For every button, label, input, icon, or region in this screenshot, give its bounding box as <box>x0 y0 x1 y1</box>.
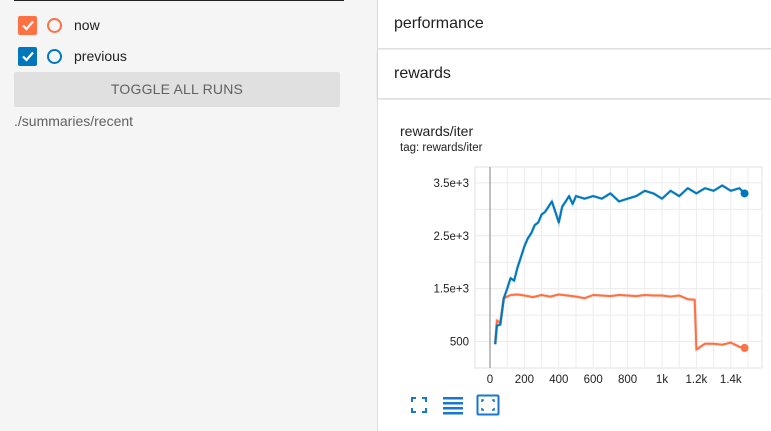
rewards-chart[interactable]: 500 1.5e+3 2.5e+3 3.5e+3 0 200 400 600 800 1k 1.2k… <box>378 0 771 431</box>
run-checkbox-previous[interactable] <box>18 46 37 66</box>
y-tick-label: 3.5e+3 <box>434 178 470 190</box>
x-tick-label: 400 <box>549 374 568 386</box>
checkmark-icon <box>21 20 34 31</box>
x-tick-label: 1k <box>656 374 668 386</box>
series-endpoint-now <box>740 343 749 352</box>
series-endpoint-previous <box>740 189 749 198</box>
data-selection-icon[interactable] <box>441 393 465 417</box>
x-tick-label: 200 <box>515 374 534 386</box>
checkmark-icon <box>21 51 34 62</box>
y-tick-label: 2.5e+3 <box>434 231 470 243</box>
runs-sidebar: now previous TOGGLE ALL RUNS ./summaries… <box>0 0 377 431</box>
run-color-swatch-previous <box>47 48 62 64</box>
x-tick-label: 1.2k <box>686 374 708 386</box>
run-label-previous: previous <box>74 48 127 64</box>
run-color-swatch-now <box>47 17 62 33</box>
run-item-previous[interactable]: previous <box>18 45 127 67</box>
run-item-now[interactable]: now <box>18 14 100 36</box>
x-tick-label: 1.4k <box>720 374 742 386</box>
run-label-now: now <box>74 17 100 33</box>
x-tick-label: 0 <box>487 374 493 386</box>
fit-domain-icon[interactable] <box>407 393 431 417</box>
log-directory: ./summaries/recent <box>14 113 134 129</box>
run-checkbox-now[interactable] <box>18 15 37 35</box>
toggle-all-runs-button[interactable]: TOGGLE ALL RUNS <box>14 72 340 107</box>
sidebar-divider <box>14 0 344 1</box>
y-tick-label: 500 <box>450 337 469 349</box>
x-tick-label: 600 <box>584 374 603 386</box>
chart-series <box>493 183 749 353</box>
x-tick-label: 800 <box>618 374 637 386</box>
main-panel: performance rewards rewards/iter tag: re… <box>377 0 771 431</box>
tensorboard-scalars-view: now previous TOGGLE ALL RUNS ./summaries… <box>0 0 771 431</box>
y-tick-label: 1.5e+3 <box>434 284 470 296</box>
toggle-log-scale-icon[interactable] <box>476 393 500 417</box>
